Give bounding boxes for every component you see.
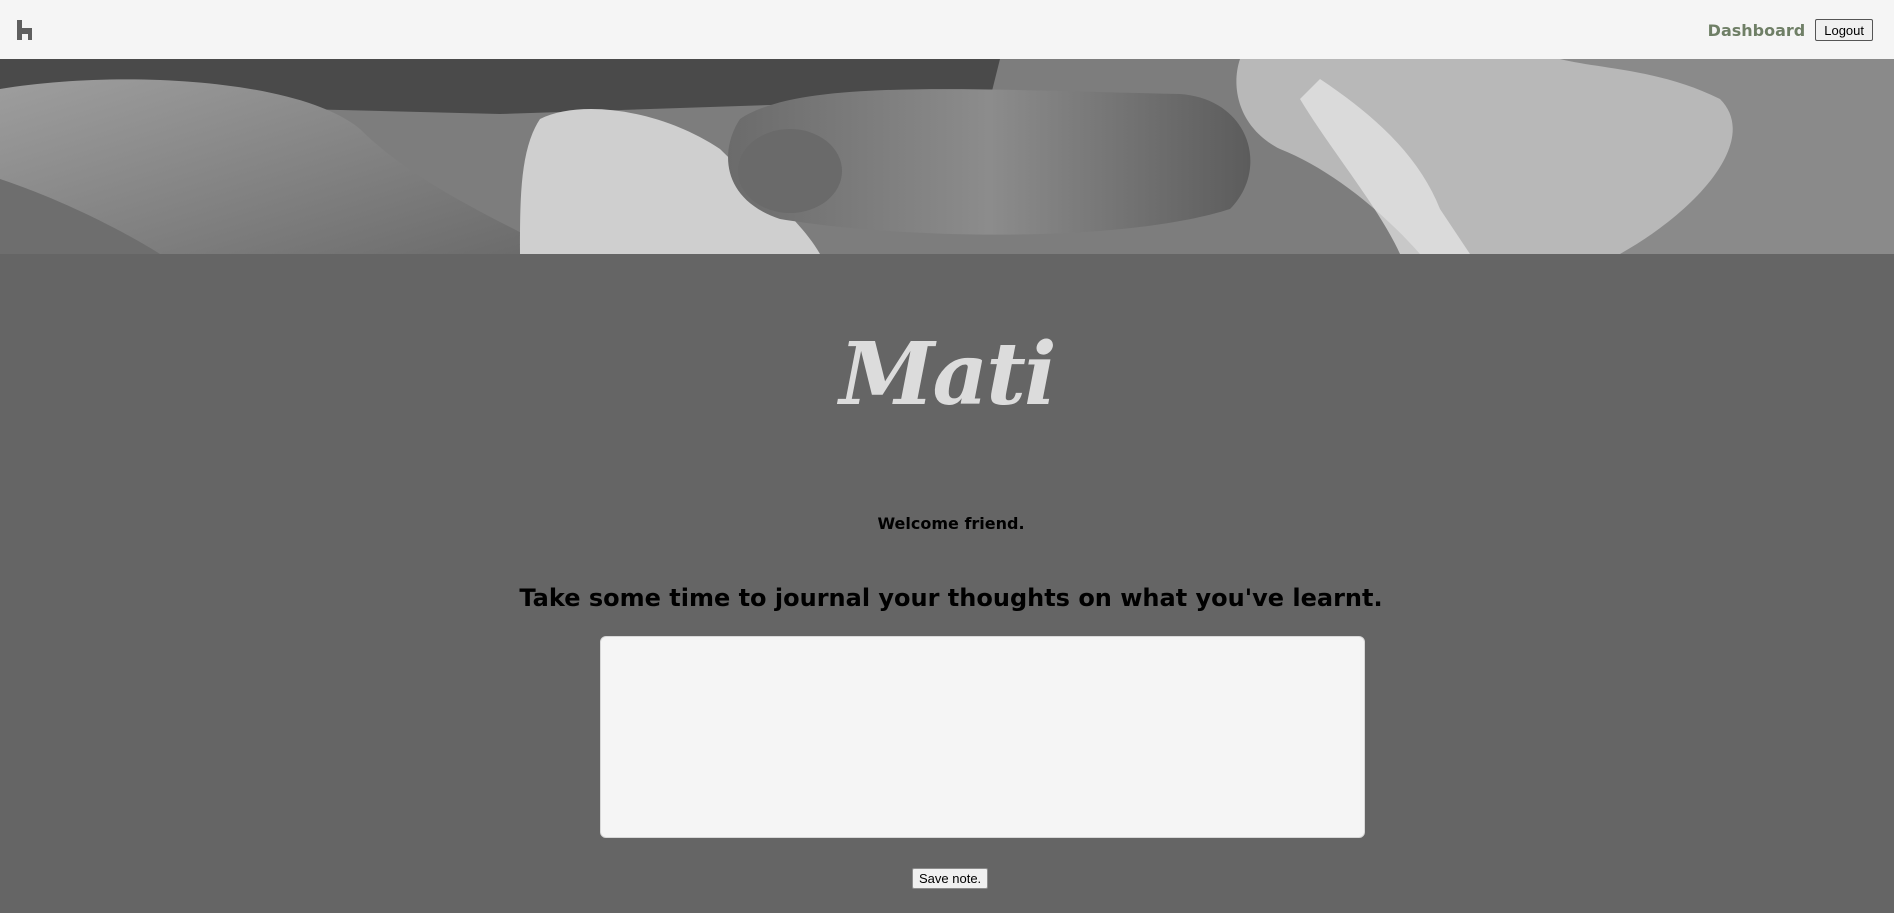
dashboard-link[interactable]: Dashboard [1708,21,1806,40]
top-navigation-bar: Dashboard Logout [0,0,1894,59]
baby-hands-photo [0,59,1894,254]
top-navigation-links: Dashboard Logout [1708,19,1873,41]
mati-logo: Mati [839,324,1056,425]
hero-banner-image [0,59,1894,254]
home-icon[interactable] [16,19,38,41]
journal-prompt-heading: Take some time to journal your thoughts … [519,584,1383,612]
journal-note-textarea[interactable] [600,636,1365,838]
welcome-message: Welcome friend. [877,514,1025,533]
save-note-button[interactable]: Save note. [912,868,989,889]
logout-button[interactable]: Logout [1815,19,1873,41]
